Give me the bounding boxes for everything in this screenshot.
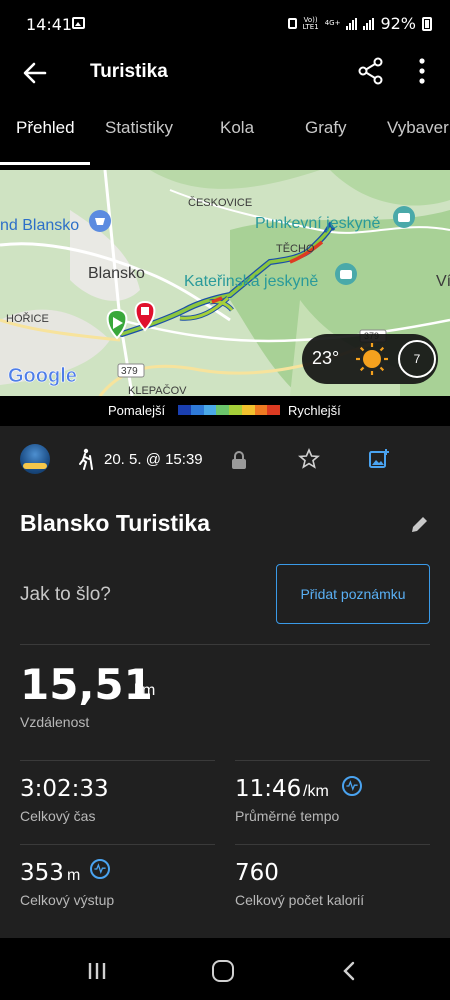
avg-pace-label: Průměrné tempo [235, 808, 340, 824]
pace-info-icon[interactable] [342, 776, 362, 796]
map-label-klepacov: KLEPAČOV [128, 384, 187, 396]
status-icons: Vo)) LTE1 4G+ 92% [287, 14, 432, 33]
gallery-notification-icon [72, 17, 85, 29]
signal-icon [346, 17, 358, 30]
tab-statistics[interactable]: Statistiky [105, 118, 173, 138]
page-title: Turistika [90, 61, 168, 82]
tab-laps[interactable]: Kola [220, 118, 254, 138]
wind-speed: 7 [413, 352, 421, 366]
edit-icon[interactable] [408, 512, 432, 536]
hiking-icon [79, 448, 93, 470]
recent-apps-icon[interactable] [86, 962, 108, 980]
back-icon[interactable] [338, 960, 360, 982]
wind-indicator: 7 [398, 340, 436, 378]
weather-temperature: 23° [312, 348, 340, 368]
activity-meta-row: 20. 5. @ 15:39 [0, 444, 450, 474]
home-icon[interactable] [212, 960, 234, 982]
weather-badge: 23° 7 [302, 334, 438, 384]
back-arrow-icon[interactable] [20, 58, 50, 88]
route-map[interactable]: nd Blansko ČESKOVICE Punkevní jeskyně Bl… [0, 170, 450, 396]
speed-legend: Pomalejší Rychlejší [0, 398, 450, 422]
map-label-vi: Ví [436, 273, 450, 290]
legend-color-segment [203, 405, 217, 415]
tab-equipment[interactable]: Vybaver [387, 118, 449, 138]
map-label-ceskovice: ČESKOVICE [188, 196, 252, 209]
activity-date: 20. 5. @ 15:39 [104, 451, 203, 468]
google-logo: Google [8, 365, 77, 387]
secure-folder-icon [287, 18, 297, 29]
avg-pace-value: 11:46 [235, 776, 302, 802]
volte-indicator: Vo)) LTE1 [302, 16, 319, 31]
map-label-katerinska: Kateřinská jeskyně [184, 273, 318, 290]
battery-icon [422, 16, 432, 31]
legend-color-segment [178, 405, 191, 415]
legend-color-bar [178, 405, 280, 415]
avg-pace-unit: /km [303, 783, 329, 800]
legend-color-segment [254, 405, 268, 415]
divider [20, 844, 215, 845]
activity-name: Blansko Turistika [20, 510, 211, 536]
avatar[interactable] [20, 444, 50, 474]
ascent-info-icon[interactable] [90, 859, 110, 879]
status-time: 14:41 [26, 15, 73, 34]
divider [20, 644, 430, 645]
system-nav-bar [0, 938, 450, 1000]
lte-indicator: 4G+ [324, 19, 341, 27]
legend-color-segment [267, 405, 280, 415]
more-options-icon[interactable] [412, 56, 432, 86]
map-label-blansko-poi: nd Blansko [0, 217, 79, 234]
legend-color-segment [241, 405, 255, 415]
app-bar: Turistika [0, 46, 450, 100]
status-bar: 14:41 Vo)) LTE1 4G+ 92% [0, 0, 450, 46]
divider [235, 844, 430, 845]
lock-icon[interactable] [230, 450, 248, 470]
add-photo-icon[interactable] [368, 448, 390, 470]
active-tab-indicator [0, 162, 90, 165]
distance-label: Vzdálenost [20, 714, 90, 730]
lte1-label: LTE1 [302, 22, 319, 31]
divider [20, 760, 215, 761]
legend-color-segment [229, 405, 242, 415]
map-label-blansko: Blansko [88, 265, 145, 282]
distance-value: 15,51 [20, 660, 153, 709]
sun-icon [356, 343, 388, 375]
total-time-label: Celkový čas [20, 808, 96, 824]
legend-color-segment [216, 405, 229, 415]
add-note-button[interactable]: Přidat poznámku [276, 564, 430, 624]
total-time-value: 3:02:33 [20, 776, 109, 802]
map-label-techov: TĚCHO [276, 242, 315, 255]
legend-slow-label: Pomalejší [108, 403, 166, 418]
star-icon[interactable] [298, 448, 320, 470]
tab-overview[interactable]: Přehled [16, 118, 75, 138]
map-label-horice: HOŘICE [6, 312, 49, 325]
ascent-label: Celkový výstup [20, 892, 115, 908]
distance-unit: km [134, 682, 156, 699]
legend-color-segment [190, 405, 204, 415]
map-road-379: 379 [121, 366, 138, 377]
calories-value: 760 [235, 860, 279, 886]
battery-percent: 92% [380, 14, 416, 33]
divider [235, 760, 430, 761]
ascent-unit: m [67, 867, 81, 884]
share-icon[interactable] [356, 56, 386, 86]
activity-overview: 20. 5. @ 15:39 Blansko Turistika Jak to … [0, 426, 450, 938]
signal-2-icon [363, 17, 375, 30]
tab-bar: Přehled Statistiky Kola Grafy Vybaver [0, 118, 450, 166]
legend-fast-label: Rychlejší [288, 403, 341, 418]
feel-prompt: Jak to šlo? [20, 584, 111, 605]
ascent-value: 353 [20, 860, 64, 886]
map-label-punkevni: Punkevní jeskyně [255, 215, 381, 232]
calories-label: Celkový počet kalorií [235, 892, 365, 908]
tab-charts[interactable]: Grafy [305, 118, 347, 138]
